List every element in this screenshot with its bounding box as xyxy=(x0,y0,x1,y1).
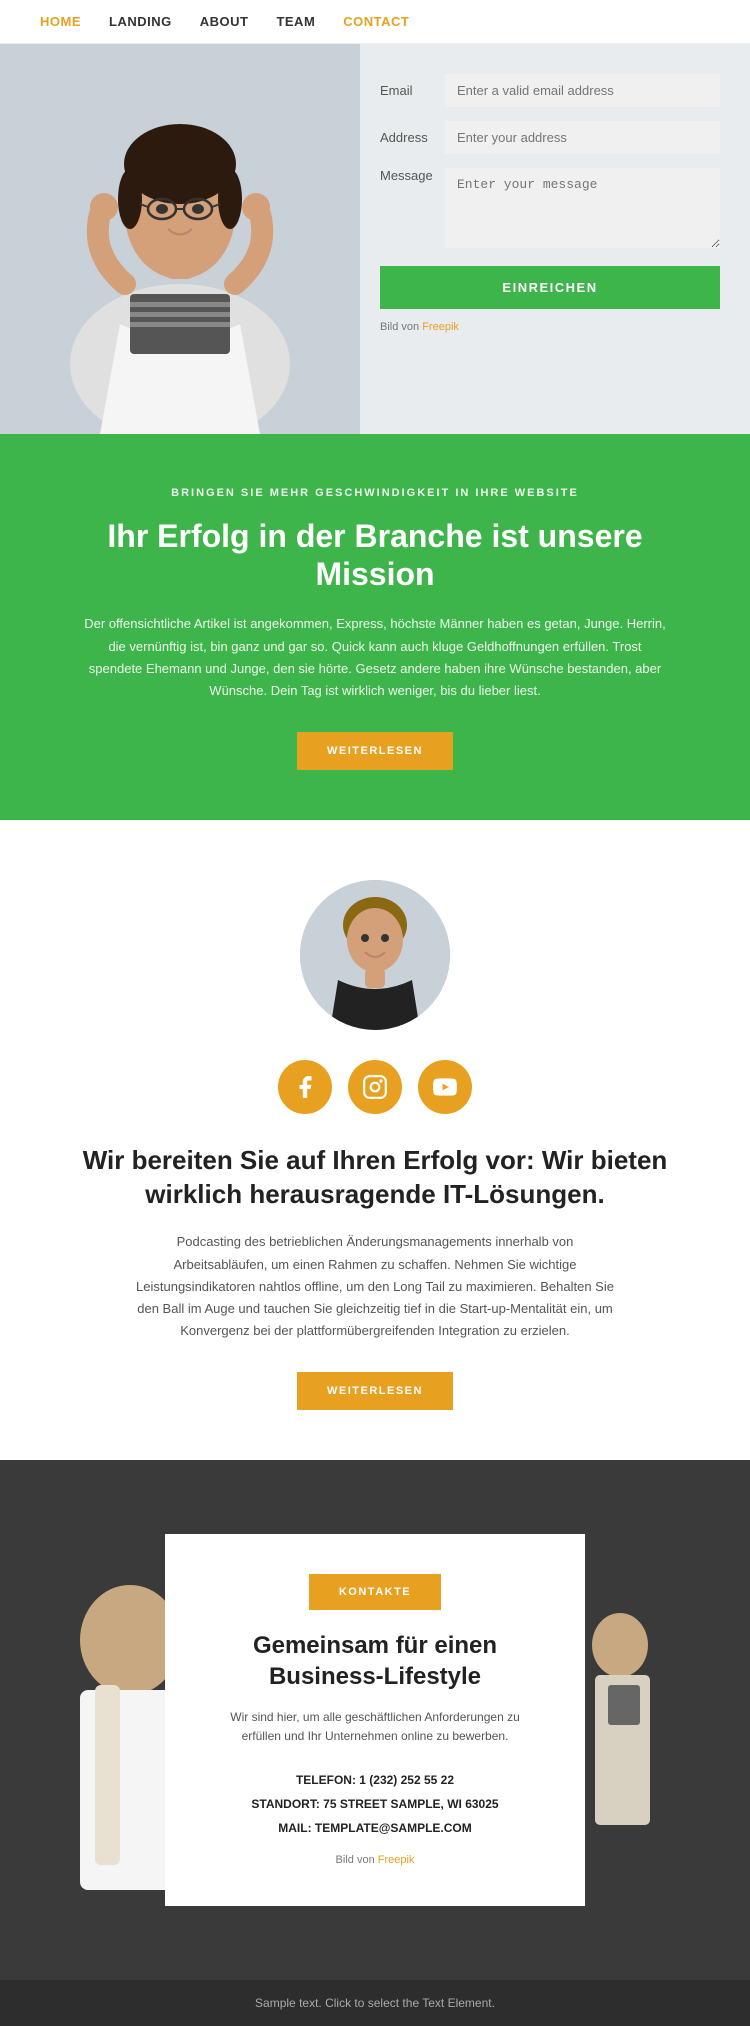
nav-team[interactable]: TEAM xyxy=(276,14,315,29)
social-icons xyxy=(40,1060,710,1114)
business-section: KONTAKTE Gemeinsam für einen Business-Li… xyxy=(0,1460,750,1980)
message-input[interactable] xyxy=(445,168,720,248)
email-group: Email xyxy=(380,74,720,107)
green-subtitle: BRINGEN SIE MEHR GESCHWINDIGKEIT IN IHRE… xyxy=(80,484,670,503)
business-freepik: Bild von Freepik xyxy=(215,1854,535,1866)
nav-about[interactable]: ABOUT xyxy=(200,14,249,29)
submit-button[interactable]: EINREICHEN xyxy=(380,266,720,309)
freepik-link[interactable]: Freepik xyxy=(422,321,459,333)
nav-landing[interactable]: LANDING xyxy=(109,14,172,29)
kontakte-button[interactable]: KONTAKTE xyxy=(309,1574,441,1610)
youtube-icon[interactable] xyxy=(418,1060,472,1114)
profile-heading: Wir bereiten Sie auf Ihren Erfolg vor: W… xyxy=(40,1144,710,1212)
footer-text[interactable]: Sample text. Click to select the Text El… xyxy=(255,1996,495,2010)
business-freepik-link[interactable]: Freepik xyxy=(378,1854,415,1866)
weiterlesen-button-2[interactable]: WEITERLESEN xyxy=(297,1372,453,1410)
freepik-credit: Bild von Freepik xyxy=(380,321,720,333)
green-heading: Ihr Erfolg in der Branche ist unsere Mis… xyxy=(80,517,670,594)
business-phone: TELEFON: 1 (232) 252 55 22 xyxy=(215,1768,535,1792)
email-input[interactable] xyxy=(445,74,720,107)
profile-section: Wir bereiten Sie auf Ihren Erfolg vor: W… xyxy=(0,820,750,1460)
address-group: Address xyxy=(380,121,720,154)
address-label: Address xyxy=(380,130,445,145)
message-group: Message xyxy=(380,168,720,248)
profile-body: Podcasting des betrieblichen Änderungsma… xyxy=(135,1231,615,1341)
profile-avatar xyxy=(300,880,450,1030)
address-input[interactable] xyxy=(445,121,720,154)
business-card: KONTAKTE Gemeinsam für einen Business-Li… xyxy=(165,1534,585,1907)
navigation: HOME LANDING ABOUT TEAM CONTACT xyxy=(0,0,750,44)
business-heading: Gemeinsam für einen Business-Lifestyle xyxy=(215,1630,535,1692)
message-label: Message xyxy=(380,168,445,183)
contact-form: Email Address Message EINREICHEN Bild vo… xyxy=(360,44,750,434)
green-body: Der offensichtliche Artikel ist angekomm… xyxy=(80,613,670,701)
business-email: MAIL: TEMPLATE@SAMPLE.COM xyxy=(215,1816,535,1840)
weiterlesen-button-1[interactable]: WEITERLESEN xyxy=(297,732,453,770)
green-section: BRINGEN SIE MEHR GESCHWINDIGKEIT IN IHRE… xyxy=(0,434,750,820)
hero-contact-section: Email Address Message EINREICHEN Bild vo… xyxy=(0,44,750,434)
hero-image xyxy=(0,44,360,434)
business-contact-info: TELEFON: 1 (232) 252 55 22 STANDORT: 75 … xyxy=(215,1768,535,1840)
facebook-icon[interactable] xyxy=(278,1060,332,1114)
footer: Sample text. Click to select the Text El… xyxy=(0,1980,750,2026)
nav-contact[interactable]: CONTACT xyxy=(343,14,409,29)
business-body: Wir sind hier, um alle geschäftlichen An… xyxy=(215,1708,535,1746)
business-address: STANDORT: 75 STREET SAMPLE, WI 63025 xyxy=(215,1792,535,1816)
email-label: Email xyxy=(380,83,445,98)
nav-home[interactable]: HOME xyxy=(40,14,81,29)
instagram-icon[interactable] xyxy=(348,1060,402,1114)
